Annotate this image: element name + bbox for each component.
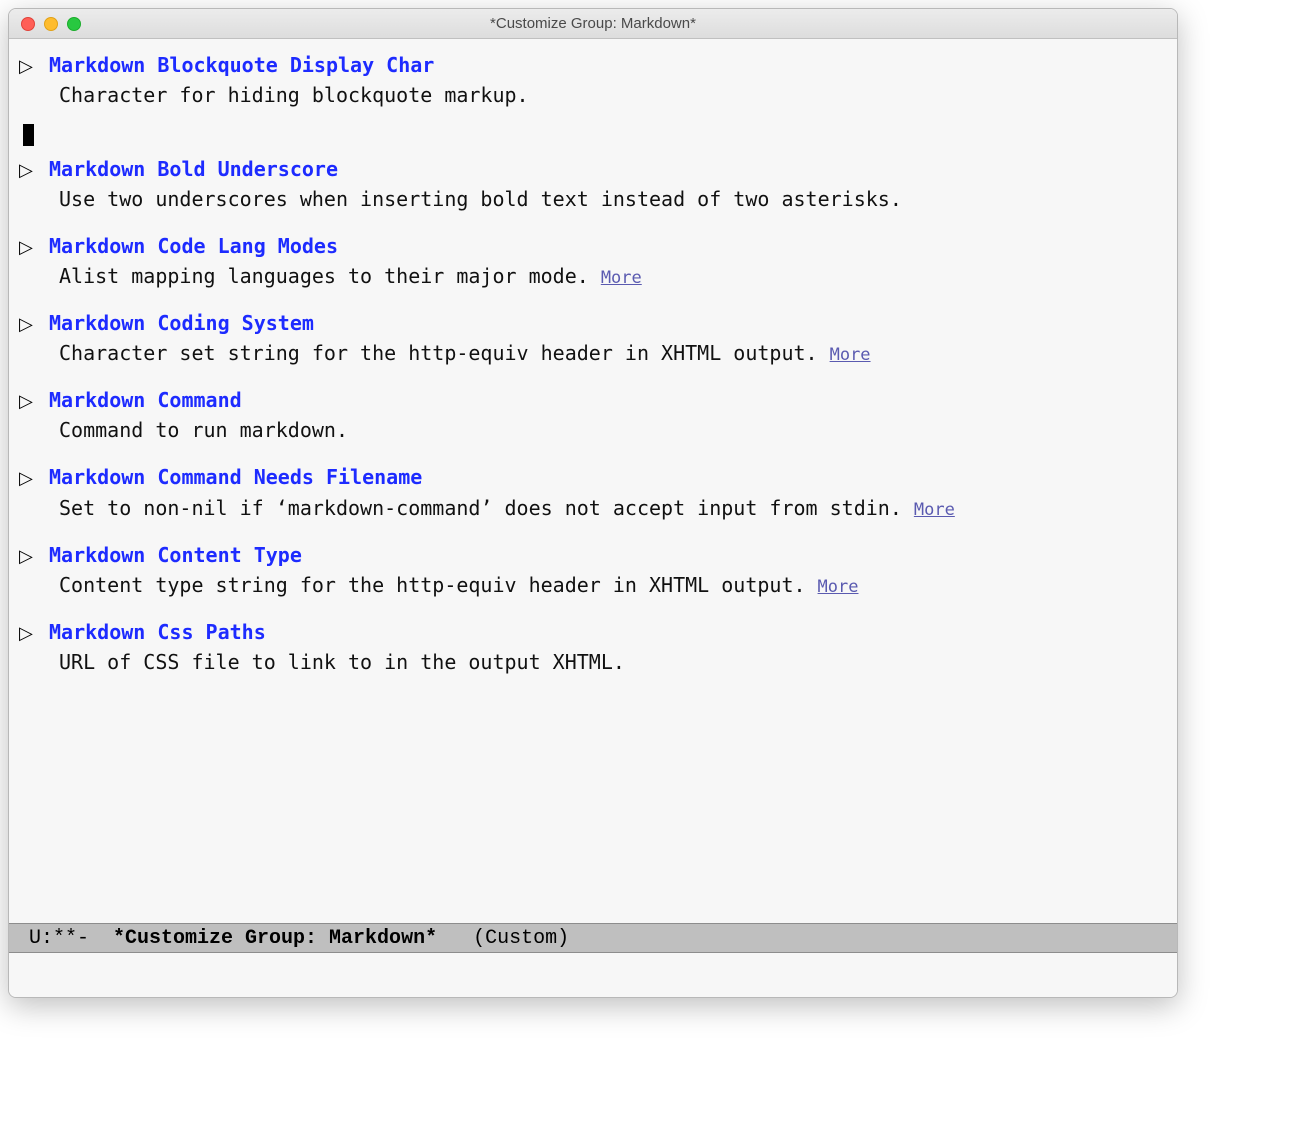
modeline-status: U:**- <box>17 927 113 950</box>
more-link[interactable]: More <box>914 498 955 523</box>
variable-description: Alist mapping languages to their major m… <box>19 262 589 291</box>
buffer-area[interactable]: ▷ Markdown Blockquote Display Char Chara… <box>9 39 1177 923</box>
maximize-button[interactable] <box>67 17 81 31</box>
expand-triangle-icon[interactable]: ▷ <box>19 55 39 81</box>
expand-triangle-icon[interactable]: ▷ <box>19 313 39 339</box>
customize-item: ▷ Markdown Bold Underscore Use two under… <box>19 155 1173 214</box>
variable-description: Character for hiding blockquote markup. <box>19 81 529 110</box>
customize-item: ▷ Markdown Command Command to run markdo… <box>19 386 1173 445</box>
more-link[interactable]: More <box>830 343 871 368</box>
customize-item: ▷ Markdown Code Lang Modes Alist mapping… <box>19 232 1173 291</box>
customize-item: ▷ Markdown Command Needs Filename Set to… <box>19 463 1173 522</box>
customize-item: ▷ Markdown Css Paths URL of CSS file to … <box>19 618 1173 677</box>
emacs-window: *Customize Group: Markdown* ▷ Markdown B… <box>8 8 1178 998</box>
traffic-lights <box>9 17 81 31</box>
customize-item: ▷ Markdown Content Type Content type str… <box>19 541 1173 600</box>
modeline-major-mode: (Custom) <box>437 927 569 950</box>
mode-line[interactable]: U:**- *Customize Group: Markdown* (Custo… <box>9 923 1177 953</box>
variable-name-link[interactable]: Markdown Code Lang Modes <box>49 232 338 261</box>
expand-triangle-icon[interactable]: ▷ <box>19 159 39 185</box>
variable-name-link[interactable]: Markdown Command <box>49 386 242 415</box>
variable-description: Command to run markdown. <box>19 416 348 445</box>
minimize-button[interactable] <box>44 17 58 31</box>
window-title: *Customize Group: Markdown* <box>9 15 1177 32</box>
variable-name-link[interactable]: Markdown Bold Underscore <box>49 155 338 184</box>
variable-name-link[interactable]: Markdown Coding System <box>49 309 314 338</box>
expand-triangle-icon[interactable]: ▷ <box>19 545 39 571</box>
expand-triangle-icon[interactable]: ▷ <box>19 390 39 416</box>
variable-description: Set to non-nil if ‘markdown-command’ doe… <box>19 494 902 523</box>
variable-description: URL of CSS file to link to in the output… <box>19 648 625 677</box>
close-button[interactable] <box>21 17 35 31</box>
modeline-buffer-name: *Customize Group: Markdown* <box>113 927 437 950</box>
more-link[interactable]: More <box>818 575 859 600</box>
expand-triangle-icon[interactable]: ▷ <box>19 467 39 493</box>
variable-description: Content type string for the http-equiv h… <box>19 571 806 600</box>
text-cursor <box>23 124 34 146</box>
customize-item: ▷ Markdown Coding System Character set s… <box>19 309 1173 368</box>
variable-description: Use two underscores when inserting bold … <box>19 185 902 214</box>
variable-description: Character set string for the http-equiv … <box>19 339 818 368</box>
customize-item: ▷ Markdown Blockquote Display Char Chara… <box>19 51 1173 110</box>
more-link[interactable]: More <box>601 266 642 291</box>
titlebar: *Customize Group: Markdown* <box>9 9 1177 39</box>
expand-triangle-icon[interactable]: ▷ <box>19 622 39 648</box>
variable-name-link[interactable]: Markdown Command Needs Filename <box>49 463 422 492</box>
minibuffer-area[interactable] <box>9 953 1177 997</box>
cursor-line <box>19 120 1173 149</box>
expand-triangle-icon[interactable]: ▷ <box>19 236 39 262</box>
variable-name-link[interactable]: Markdown Blockquote Display Char <box>49 51 434 80</box>
variable-name-link[interactable]: Markdown Content Type <box>49 541 302 570</box>
variable-name-link[interactable]: Markdown Css Paths <box>49 618 266 647</box>
